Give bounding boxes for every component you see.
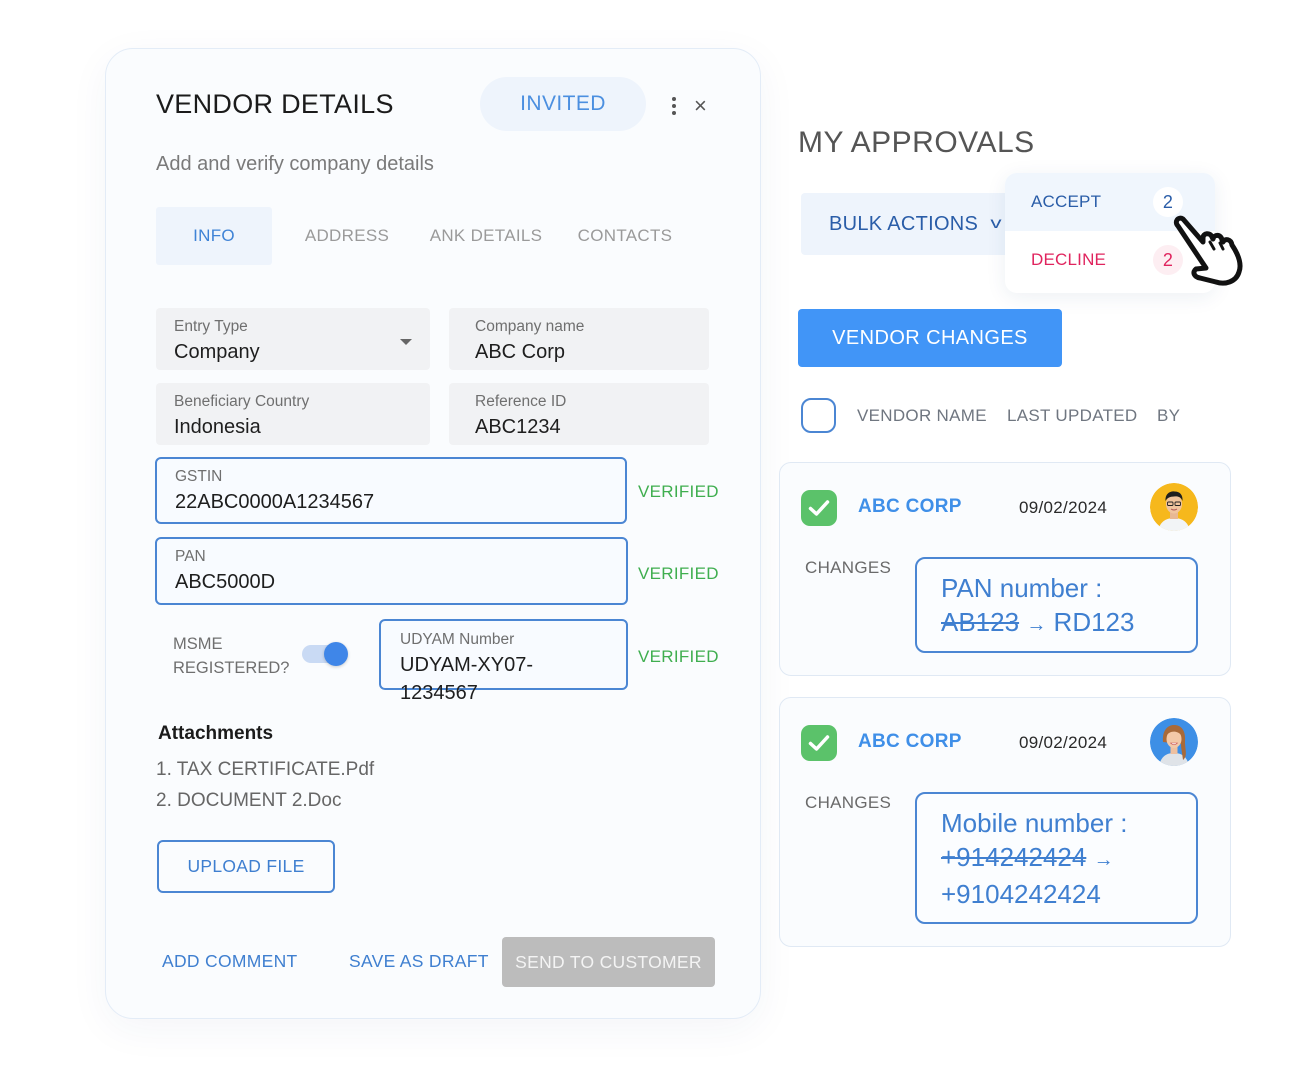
msme-label: MSME REGISTERED? — [173, 632, 289, 680]
pan-value: ABC5000D — [175, 571, 276, 593]
pan-field[interactable]: PAN ABC5000D — [155, 537, 628, 605]
udyam-number-field[interactable]: UDYAM Number UDYAM-XY07-1234567 — [379, 619, 628, 704]
add-comment-button[interactable]: ADD COMMENT — [162, 951, 298, 972]
select-all-checkbox[interactable] — [801, 398, 836, 433]
changed-field-name: Mobile number : — [941, 808, 1128, 838]
attachment-item[interactable]: 1. TAX CERTIFICATE.Pdf — [156, 759, 374, 781]
msme-label-line2: REGISTERED? — [173, 659, 290, 677]
bulk-actions-dropdown[interactable]: BULK ACTIONS v — [801, 193, 1021, 255]
more-options-icon[interactable] — [669, 97, 679, 117]
close-icon[interactable]: × — [694, 92, 707, 120]
reference-id-field[interactable]: Reference ID ABC1234 — [449, 383, 709, 445]
gstin-value: 22ABC0000A1234567 — [175, 491, 375, 513]
udyam-number-label: UDYAM Number — [400, 631, 515, 648]
entry-type-value: Company — [174, 341, 260, 363]
change-values: AB123 → RD123 — [941, 605, 1172, 642]
check-icon — [808, 735, 830, 751]
panel-subtitle: Add and verify company details — [156, 153, 434, 175]
changes-label: CHANGES — [805, 558, 892, 577]
vendor-details-panel: VENDOR DETAILS INVITED × Add and verify … — [105, 48, 761, 1019]
gstin-label: GSTIN — [175, 468, 223, 485]
changed-field-name: PAN number : — [941, 573, 1103, 603]
avatar — [1150, 483, 1198, 531]
column-header-last-updated[interactable]: LAST UPDATED — [1007, 406, 1138, 426]
panel-title: VENDOR DETAILS — [156, 89, 394, 119]
change-detail-box: PAN number : AB123 → RD123 — [915, 557, 1198, 653]
toggle-knob — [324, 642, 348, 666]
old-value: AB123 — [941, 607, 1020, 637]
last-updated-date: 09/02/2024 — [1019, 498, 1108, 517]
entry-type-label: Entry Type — [174, 318, 248, 335]
pan-verified-badge: VERIFIED — [638, 564, 719, 583]
vendor-name-link[interactable]: ABC CORP — [858, 731, 962, 753]
entry-type-select[interactable]: Entry Type Company — [156, 308, 430, 370]
send-to-customer-button[interactable]: SEND TO CUSTOMER — [502, 937, 715, 987]
accept-label: ACCEPT — [1031, 192, 1102, 211]
decline-label: DECLINE — [1031, 250, 1107, 269]
bulk-actions-label: BULK ACTIONS — [829, 212, 979, 235]
arrow-right-icon: → — [1093, 849, 1114, 871]
company-name-value: ABC Corp — [475, 341, 566, 363]
company-name-label: Company name — [475, 318, 585, 335]
card-checkbox-checked[interactable] — [801, 725, 837, 761]
male-avatar-icon — [1150, 483, 1198, 531]
gstin-field[interactable]: GSTIN 22ABC0000A1234567 — [155, 457, 627, 524]
attachments-heading: Attachments — [158, 723, 274, 744]
new-value: RD123 — [1053, 607, 1135, 637]
save-as-draft-button[interactable]: SAVE AS DRAFT — [349, 951, 489, 972]
chevron-down-icon: v — [990, 215, 1003, 232]
last-updated-date: 09/02/2024 — [1019, 733, 1108, 752]
changes-label: CHANGES — [805, 793, 892, 812]
udyam-number-value: UDYAM-XY07-1234567 — [400, 654, 533, 704]
reference-id-value: ABC1234 — [475, 416, 561, 438]
reference-id-label: Reference ID — [475, 393, 567, 410]
msme-label-line1: MSME — [173, 635, 223, 653]
change-values: +914242424 → — [941, 840, 1172, 877]
vendor-changes-tab-button[interactable]: VENDOR CHANGES — [798, 309, 1062, 367]
change-detail-box: Mobile number : +914242424 → +9104242424 — [915, 792, 1198, 924]
check-icon — [808, 500, 830, 516]
beneficiary-country-label: Beneficiary Country — [174, 393, 310, 410]
tab-info[interactable]: INFO — [156, 207, 272, 265]
hand-pointer-icon — [1173, 215, 1243, 286]
udyam-verified-badge: VERIFIED — [638, 647, 719, 666]
female-avatar-icon — [1150, 718, 1198, 766]
tab-bank-details[interactable]: ANK DETAILS — [422, 207, 550, 265]
tab-bar: INFO ADDRESS ANK DETAILS CONTACTS — [156, 207, 700, 265]
tab-contacts[interactable]: CONTACTS — [550, 207, 700, 265]
company-name-field[interactable]: Company name ABC Corp — [449, 308, 709, 370]
beneficiary-country-value: Indonesia — [174, 416, 261, 438]
dropdown-caret-icon — [400, 339, 412, 345]
arrow-right-icon: → — [1026, 614, 1047, 636]
msme-registered-toggle[interactable] — [302, 642, 348, 666]
old-value: +914242424 — [941, 842, 1087, 872]
approval-card: ABC CORP 09/02/2024 CHANGES PAN number :… — [779, 462, 1231, 676]
pan-label: PAN — [175, 548, 206, 565]
new-value: +9104242424 — [941, 879, 1101, 909]
beneficiary-country-field[interactable]: Beneficiary Country Indonesia — [156, 383, 430, 445]
vendor-name-link[interactable]: ABC CORP — [858, 496, 962, 518]
upload-file-button[interactable]: UPLOAD FILE — [157, 840, 335, 893]
avatar — [1150, 718, 1198, 766]
card-checkbox-checked[interactable] — [801, 490, 837, 526]
attachment-item[interactable]: 2. DOCUMENT 2.Doc — [156, 790, 341, 812]
column-header-vendor-name[interactable]: VENDOR NAME — [857, 406, 987, 426]
status-badge: INVITED — [480, 77, 646, 131]
approvals-title: MY APPROVALS — [798, 126, 1035, 159]
column-header-by[interactable]: BY — [1157, 406, 1180, 426]
gstin-verified-badge: VERIFIED — [638, 482, 719, 501]
tab-address[interactable]: ADDRESS — [272, 207, 422, 265]
approval-card: ABC CORP 09/02/2024 CHANGES Mobile numbe… — [779, 697, 1231, 947]
